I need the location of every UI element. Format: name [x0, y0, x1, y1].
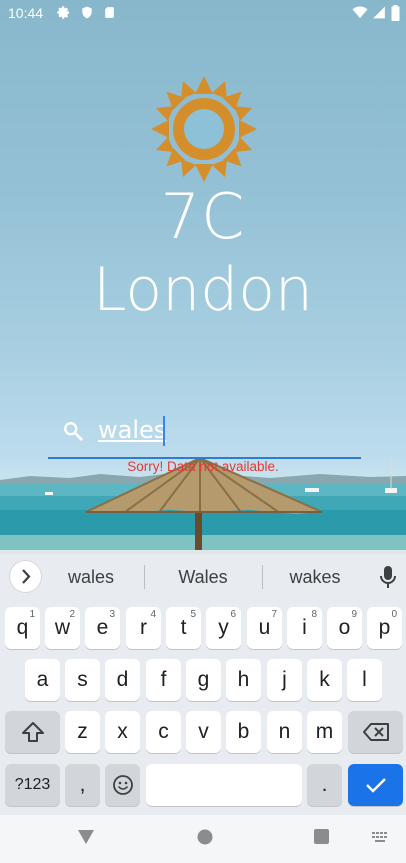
key-e[interactable]: e3 [85, 607, 120, 649]
key-l[interactable]: l [347, 659, 382, 701]
shield-icon [82, 6, 92, 19]
search-input[interactable]: wales [98, 416, 166, 444]
key-h[interactable]: h [226, 659, 261, 701]
sd-card-icon [105, 7, 114, 18]
key-q[interactable]: q1 [5, 607, 40, 649]
home-circle-icon[interactable] [197, 829, 213, 845]
error-message: Sorry! Data not available. [127, 459, 279, 474]
key-c[interactable]: c [146, 711, 181, 753]
search-icon [64, 422, 83, 441]
key-a[interactable]: a [25, 659, 60, 701]
key-p[interactable]: p0 [367, 607, 402, 649]
emoji-key[interactable] [105, 764, 140, 806]
key-i[interactable]: i8 [287, 607, 322, 649]
status-bar: 10:44 [0, 0, 406, 26]
key-u[interactable]: u7 [247, 607, 282, 649]
backspace-key[interactable] [348, 711, 403, 753]
period-key[interactable]: . [307, 764, 342, 806]
comma-key[interactable]: , [65, 764, 100, 806]
key-k[interactable]: k [307, 659, 342, 701]
emoji-icon [112, 775, 133, 795]
status-time: 10:44 [8, 5, 44, 21]
soft-keyboard: wales Wales wakes q1 w2 e3 r4 t5 y6 u7 i… [0, 554, 406, 815]
key-x[interactable]: x [105, 711, 140, 753]
temperature-label: 7C [160, 180, 246, 253]
recents-square-icon[interactable] [314, 829, 329, 844]
keyboard-switch-icon[interactable] [372, 832, 389, 843]
key-t[interactable]: t5 [166, 607, 201, 649]
key-b[interactable]: b [226, 711, 261, 753]
text-cursor [163, 416, 165, 446]
key-s[interactable]: s [65, 659, 100, 701]
shift-icon [21, 722, 44, 742]
microphone-icon[interactable] [378, 565, 398, 589]
key-w[interactable]: w2 [45, 607, 80, 649]
key-v[interactable]: v [186, 711, 221, 753]
key-o[interactable]: o9 [327, 607, 362, 649]
key-j[interactable]: j [267, 659, 302, 701]
space-key[interactable] [146, 764, 302, 806]
suggestion-3[interactable]: wakes [260, 567, 370, 588]
signal-icon [373, 6, 385, 19]
symbols-key[interactable]: ?123 [5, 764, 60, 806]
city-name-label: London [93, 255, 313, 325]
key-d[interactable]: d [105, 659, 140, 701]
key-m[interactable]: m [307, 711, 342, 753]
key-r[interactable]: r4 [126, 607, 161, 649]
checkmark-icon [365, 778, 386, 793]
battery-icon [391, 5, 400, 21]
suggestion-divider [144, 565, 145, 589]
city-search-field[interactable]: wales [48, 410, 361, 460]
key-f[interactable]: f [146, 659, 181, 701]
suggestion-bar: wales Wales wakes [0, 554, 406, 600]
key-z[interactable]: z [65, 711, 100, 753]
suggestion-1[interactable]: wales [36, 567, 146, 588]
enter-key[interactable] [348, 764, 403, 806]
gear-icon [57, 6, 70, 19]
backspace-icon [362, 723, 389, 741]
key-y[interactable]: y6 [206, 607, 241, 649]
shift-key[interactable] [5, 711, 60, 753]
sun-icon [151, 76, 257, 182]
navigation-bar [0, 815, 406, 863]
key-g[interactable]: g [186, 659, 221, 701]
back-triangle-icon[interactable] [77, 829, 95, 845]
suggestion-2[interactable]: Wales [148, 567, 258, 588]
wifi-icon [352, 6, 368, 19]
key-n[interactable]: n [267, 711, 302, 753]
